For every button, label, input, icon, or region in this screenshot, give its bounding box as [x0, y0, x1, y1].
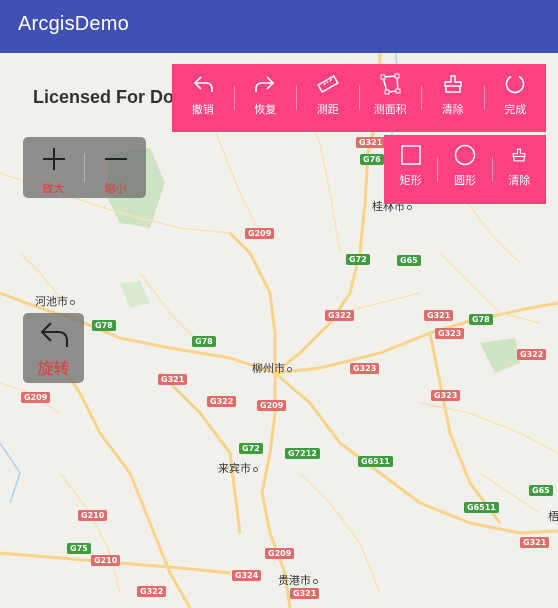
rectangle-label: 矩形 [399, 174, 422, 187]
road-shield: G78 [192, 336, 216, 347]
rotate-icon [38, 319, 70, 353]
road-shield: G323 [431, 390, 461, 401]
city-label: 河池市 [35, 293, 77, 309]
circle-label: 圆形 [453, 174, 476, 187]
zoom-in-label: 放大 [42, 182, 65, 195]
road-shield: G210 [78, 510, 108, 521]
polygon-icon [378, 72, 402, 96]
road-shield: G75 [67, 543, 91, 554]
undo-button[interactable]: 撤销 [172, 64, 234, 132]
road-shield: G322 [207, 396, 237, 407]
clear-label: 清除 [441, 103, 464, 116]
road-shield: G321 [520, 537, 550, 548]
road-shield: G321 [424, 310, 454, 321]
undo-label: 撤销 [191, 103, 214, 116]
city-marker-icon [70, 299, 75, 305]
road-shield: G209 [265, 548, 295, 559]
zoom-in-button[interactable]: 放大 [23, 137, 84, 198]
road-shield: G321 [356, 137, 386, 148]
city-label: 来宾市 [218, 460, 260, 476]
shape-clear-label: 清除 [508, 174, 531, 187]
eraser-icon [507, 143, 531, 167]
road-shield: G324 [232, 570, 262, 581]
app-title: ArcgisDemo [18, 13, 129, 35]
city-label: 柳州市 [252, 360, 294, 376]
rectangle-button[interactable]: 矩形 [384, 135, 437, 204]
road-shield: G65 [397, 255, 421, 266]
road-shield: G78 [469, 314, 493, 325]
undo-icon [191, 72, 215, 96]
rotate-button[interactable]: 旋转 [23, 313, 84, 383]
road-shield: G209 [257, 400, 287, 411]
measure-area-button[interactable]: 测面积 [360, 64, 422, 132]
road-shield: G323 [350, 363, 380, 374]
clear-button[interactable]: 清除 [422, 64, 484, 132]
circle-icon [453, 143, 477, 167]
circle-button[interactable]: 圆形 [438, 135, 491, 204]
eraser-icon [441, 72, 465, 96]
measure-distance-button[interactable]: 测距 [297, 64, 359, 132]
shape-clear-button[interactable]: 清除 [493, 135, 546, 204]
road-shield: G210 [91, 555, 121, 566]
road-shield: G209 [245, 228, 275, 239]
plus-icon [41, 146, 67, 176]
city-label: 梧 [548, 510, 558, 523]
minus-icon [103, 146, 129, 176]
city-marker-icon [253, 466, 258, 472]
road-shield: G322 [325, 310, 355, 321]
zoom-controls: 放大 缩小 [23, 137, 146, 198]
city-marker-icon [287, 366, 292, 372]
road-shield: G72 [239, 443, 263, 454]
road-shield: G322 [517, 349, 547, 360]
city-marker-icon [407, 204, 412, 210]
city-label: 贵港市 [278, 572, 320, 588]
rectangle-icon [399, 143, 423, 167]
road-shield: G321 [158, 374, 188, 385]
redo-button[interactable]: 恢复 [235, 64, 297, 132]
road-shield: G65 [529, 485, 553, 496]
zoom-out-button[interactable]: 缩小 [85, 137, 146, 198]
road-shield: G72 [346, 254, 370, 265]
road-shield: G323 [435, 328, 465, 339]
license-watermark: Licensed For Do [33, 87, 175, 107]
redo-icon [253, 72, 277, 96]
shape-toolbar: 矩形 圆形 清除 [384, 135, 546, 204]
road-shield: G76 [360, 154, 384, 165]
road-shield: G6511 [464, 502, 499, 513]
road-shield: G7212 [285, 448, 320, 459]
redo-label: 恢复 [254, 103, 277, 116]
done-button[interactable]: 完成 [485, 64, 547, 132]
road-shield: G6511 [358, 456, 393, 467]
measure-toolbar: 撤销 恢复 测距 测面积 清除 完成 [172, 64, 546, 132]
road-shield: G321 [290, 588, 320, 599]
road-shield: G322 [137, 586, 167, 597]
road-shield: G209 [21, 392, 51, 403]
road-shield: G78 [92, 320, 116, 331]
done-label: 完成 [504, 103, 527, 116]
zoom-out-label: 缩小 [104, 182, 127, 195]
app-bar: ArcgisDemo [0, 0, 558, 53]
ruler-icon [316, 72, 340, 96]
rotate-label: 旋转 [37, 359, 70, 378]
city-marker-icon [313, 578, 318, 584]
measure-distance-label: 测距 [316, 103, 339, 116]
measure-area-label: 测面积 [373, 103, 407, 116]
done-icon [503, 72, 527, 96]
